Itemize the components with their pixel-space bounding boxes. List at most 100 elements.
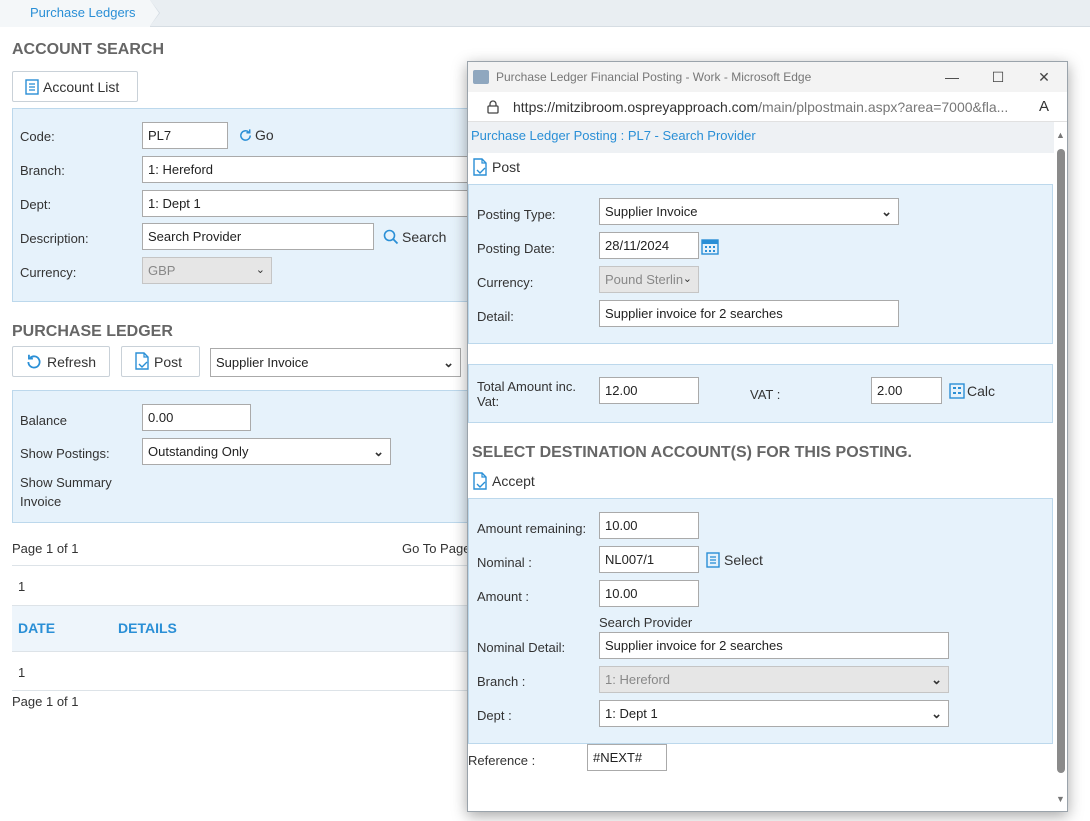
destination-title: SELECT DESTINATION ACCOUNT(S) FOR THIS P… — [472, 444, 912, 461]
code-label: Code: — [20, 129, 55, 144]
dept-select[interactable]: 1: Dept 1 — [142, 190, 482, 217]
dept-label: Dept: — [20, 197, 52, 212]
account-search-panel: Code: PL7 Go Branch: 1: Hereford Dept: 1… — [12, 108, 482, 302]
select-label: Select — [724, 552, 763, 568]
popup-scrollbar[interactable]: ▲ ▼ — [1054, 122, 1067, 811]
popup-branch-value: 1: Hereford — [605, 672, 671, 687]
document-post-icon — [134, 352, 150, 371]
chevron-down-icon: ⌄ — [443, 355, 454, 370]
popup-window-title: Purchase Ledger Financial Posting - Work… — [496, 70, 812, 84]
calc-button[interactable]: Calc — [949, 383, 995, 399]
popup-branch-select: 1: Hereford ⌄ — [599, 666, 949, 693]
total-amount-input[interactable]: 12.00 — [599, 377, 699, 404]
detail-input[interactable]: Supplier invoice for 2 searches — [599, 300, 899, 327]
posting-type-value: Supplier Invoice — [216, 355, 309, 370]
code-input[interactable]: PL7 — [142, 122, 228, 149]
search-button[interactable]: Search — [383, 229, 446, 245]
description-label: Description: — [20, 231, 89, 246]
refresh-button[interactable]: Refresh — [12, 346, 110, 377]
read-aloud-icon[interactable]: A — [1039, 98, 1049, 115]
divider — [12, 651, 472, 652]
account-search-title: ACCOUNT SEARCH — [12, 41, 164, 58]
lock-icon — [487, 99, 499, 114]
calendar-icon[interactable] — [701, 238, 719, 258]
show-summary-invoice-label: Show Summary Invoice — [20, 475, 112, 509]
scrollbar-thumb[interactable] — [1057, 149, 1065, 773]
balance-field[interactable]: 0.00 — [142, 404, 251, 431]
scroll-up-icon[interactable]: ▲ — [1056, 130, 1065, 140]
nominal-detail-label: Nominal Detail: — [477, 640, 566, 655]
posting-date-input[interactable]: 28/11/2024 — [599, 232, 699, 259]
address-bar[interactable]: https://mitzibroom.ospreyapproach.com/ma… — [468, 92, 1067, 122]
popup-dept-value: 1: Dept 1 — [605, 706, 658, 721]
go-button[interactable]: Go — [238, 127, 274, 143]
chevron-down-icon: ⌄ — [682, 273, 692, 285]
column-header-details[interactable]: DETAILS — [118, 620, 177, 636]
amount-remaining-label: Amount remaining: — [477, 521, 587, 536]
select-nominal-button[interactable]: Select — [706, 552, 763, 568]
post-button[interactable]: Post — [121, 346, 200, 377]
total-amount-label-line2: Vat: — [477, 394, 500, 409]
posting-type-select[interactable]: Supplier Invoice ⌄ — [210, 348, 461, 377]
posting-popup-window: Purchase Ledger Financial Posting - Work… — [467, 61, 1068, 812]
accept-label: Accept — [492, 473, 535, 489]
go-to-page-label: Go To Page — [402, 541, 471, 556]
breadcrumb[interactable]: Purchase Ledgers — [0, 0, 160, 27]
pager-number-bottom[interactable]: 1 — [18, 665, 25, 680]
url-path: /main/plpostmain.aspx?area=7000&fla... — [758, 98, 1009, 115]
go-label: Go — [255, 127, 274, 143]
vat-label: VAT : — [750, 387, 781, 402]
page-info-bottom: Page 1 of 1 — [12, 694, 79, 709]
list-icon — [25, 78, 39, 95]
column-header-date[interactable]: DATE — [18, 620, 55, 636]
vat-input[interactable]: 2.00 — [871, 377, 942, 404]
scroll-down-icon[interactable]: ▼ — [1056, 794, 1065, 804]
show-postings-select[interactable]: Outstanding Only ⌄ — [142, 438, 391, 465]
post-label: Post — [154, 353, 183, 370]
posting-date-label: Posting Date: — [477, 241, 556, 256]
posting-details-panel: Posting Type: Supplier Invoice ⌄ Posting… — [468, 184, 1053, 344]
description-input[interactable]: Search Provider — [142, 223, 374, 250]
divider — [12, 690, 472, 691]
popup-posting-type-select[interactable]: Supplier Invoice ⌄ — [599, 198, 899, 225]
purchase-ledger-title: PURCHASE LEDGER — [12, 323, 173, 340]
maximize-icon[interactable]: ☐ — [975, 62, 1021, 92]
search-label: Search — [402, 229, 447, 245]
amount-label: Amount : — [477, 589, 530, 604]
nominal-detail-input[interactable]: Supplier invoice for 2 searches — [599, 632, 949, 659]
popup-post-label: Post — [492, 159, 521, 175]
destination-panel: Amount remaining: 10.00 Nominal : NL007/… — [468, 498, 1053, 744]
popup-dept-select[interactable]: 1: Dept 1 ⌄ — [599, 700, 949, 727]
popup-currency-value: Pound Sterlin — [605, 272, 684, 287]
reference-input[interactable]: #NEXT# — [587, 744, 667, 771]
popup-posting-type-value: Supplier Invoice — [605, 204, 698, 219]
popup-currency-select: Pound Sterlin ⌄ — [599, 266, 699, 293]
edge-app-icon — [473, 70, 489, 84]
total-amount-label-line1: Total Amount inc. — [477, 379, 576, 394]
url-domain: https://mitzibroom.ospreyapproach.com — [513, 98, 759, 115]
divider — [12, 565, 472, 566]
amount-remaining-field[interactable]: 10.00 — [599, 512, 699, 539]
amount-input[interactable]: 10.00 — [599, 580, 699, 607]
amount-panel: Total Amount inc. Vat: 12.00 VAT : 2.00 … — [468, 364, 1053, 423]
branch-label: Branch: — [20, 163, 65, 178]
popup-branch-label: Branch : — [477, 674, 526, 689]
reference-label: Reference : — [468, 753, 536, 768]
popup-post-button[interactable]: Post — [472, 153, 520, 181]
account-list-button[interactable]: Account List — [12, 71, 138, 102]
minimize-icon[interactable]: — — [929, 62, 975, 92]
popup-currency-label: Currency: — [477, 275, 534, 290]
show-postings-label: Show Postings: — [20, 446, 110, 461]
accept-button[interactable]: Accept — [472, 467, 535, 495]
detail-label: Detail: — [477, 309, 514, 324]
chevron-down-icon: ⌄ — [881, 204, 892, 219]
pager-number-top[interactable]: 1 — [18, 579, 25, 594]
close-icon[interactable]: ✕ — [1021, 62, 1067, 92]
currency-value: GBP — [148, 263, 176, 278]
ledger-filter-panel: Balance 0.00 Show Postings: Outstanding … — [12, 390, 472, 523]
document-post-icon — [472, 157, 488, 177]
nominal-input[interactable]: NL007/1 — [599, 546, 699, 573]
popup-subtitle: Purchase Ledger Posting : PL7 - Search P… — [468, 122, 1056, 153]
balance-label: Balance — [20, 413, 67, 428]
branch-select[interactable]: 1: Hereford — [142, 156, 482, 183]
